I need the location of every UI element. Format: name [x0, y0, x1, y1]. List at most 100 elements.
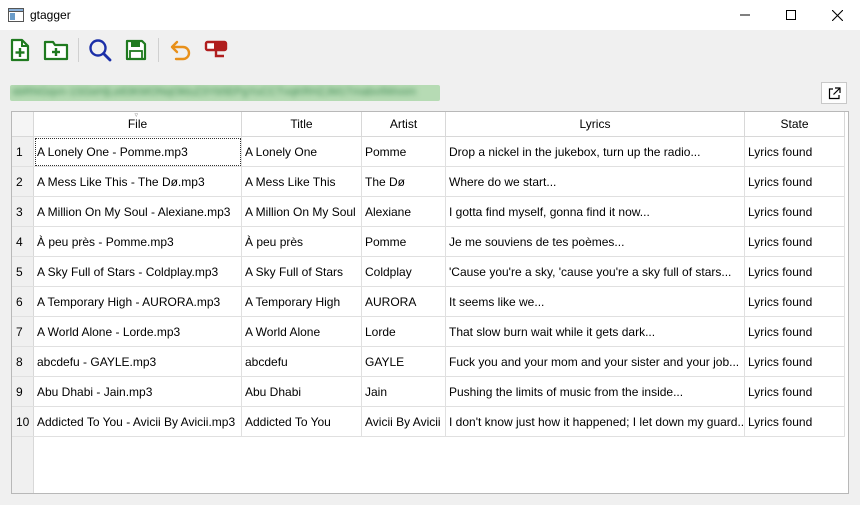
table-cell-state[interactable]: Lyrics found — [745, 287, 845, 317]
table-cell-lyrics[interactable]: That slow burn wait while it gets dark..… — [446, 317, 745, 347]
table-cell-title[interactable]: A World Alone — [242, 317, 362, 347]
table-cell-artist[interactable]: Alexiane — [362, 197, 446, 227]
table-corner[interactable] — [12, 112, 34, 137]
table-cell-title[interactable]: abcdefu — [242, 347, 362, 377]
maximize-button[interactable] — [768, 0, 814, 30]
table-cell-artist[interactable]: Jain — [362, 377, 446, 407]
table-cell-state[interactable]: Lyrics found — [745, 227, 845, 257]
column-header-label: State — [780, 117, 809, 131]
close-icon — [831, 9, 843, 21]
maximize-icon — [786, 10, 796, 20]
table-cell-state[interactable]: Lyrics found — [745, 407, 845, 437]
table-cell-artist[interactable]: Pomme — [362, 227, 446, 257]
table-cell-artist[interactable]: Pomme — [362, 137, 446, 167]
table-cell-file[interactable]: A Temporary High - AURORA.mp3 — [34, 287, 242, 317]
row-header[interactable]: 9 — [12, 377, 34, 407]
table-cell-artist[interactable]: Coldplay — [362, 257, 446, 287]
column-header-label: Title — [290, 117, 313, 131]
table-cell-state[interactable]: Lyrics found — [745, 377, 845, 407]
table-cell-title[interactable]: A Mess Like This — [242, 167, 362, 197]
search-icon — [89, 39, 112, 62]
table-cell-lyrics[interactable]: Where do we start... — [446, 167, 745, 197]
undo-button[interactable] — [166, 36, 194, 64]
open-folder-button[interactable] — [821, 82, 847, 104]
column-header-lyrics[interactable]: Lyrics — [446, 112, 745, 137]
close-button[interactable] — [814, 0, 860, 30]
table-cell-state[interactable]: Lyrics found — [745, 137, 845, 167]
window-title: gtagger — [30, 8, 71, 22]
title-bar: gtagger — [0, 0, 860, 30]
table-cell-file[interactable]: Abu Dhabi - Jain.mp3 — [34, 377, 242, 407]
remove-tags-button[interactable] — [202, 36, 230, 64]
column-header-artist[interactable]: Artist — [362, 112, 446, 137]
row-header[interactable]: 4 — [12, 227, 34, 257]
table-cell-state[interactable]: Lyrics found — [745, 347, 845, 377]
undo-icon — [170, 40, 191, 61]
table-cell-title[interactable]: À peu près — [242, 227, 362, 257]
row-header[interactable]: 5 — [12, 257, 34, 287]
toolbar-separator — [158, 38, 159, 62]
minimize-button[interactable] — [722, 0, 768, 30]
table-cell-lyrics[interactable]: Drop a nickel in the jukebox, turn up th… — [446, 137, 745, 167]
table-cell-file[interactable]: A Mess Like This - The Dø.mp3 — [34, 167, 242, 197]
add-folder-icon — [43, 40, 69, 61]
save-icon — [125, 39, 147, 61]
table-cell-artist[interactable]: GAYLE — [362, 347, 446, 377]
sort-indicator-icon: ▿ — [134, 112, 139, 119]
table-cell-file[interactable]: A World Alone - Lorde.mp3 — [34, 317, 242, 347]
table-cell-file[interactable]: abcdefu - GAYLE.mp3 — [34, 347, 242, 377]
row-header[interactable]: 6 — [12, 287, 34, 317]
table-cell-lyrics[interactable]: 'Cause you're a sky, 'cause you're a sky… — [446, 257, 745, 287]
app-icon — [8, 8, 24, 22]
row-header[interactable]: 8 — [12, 347, 34, 377]
table-cell-file[interactable]: A Lonely One - Pomme.mp3 — [34, 137, 242, 167]
column-header-label: File — [127, 117, 148, 131]
table-cell-lyrics[interactable]: I don't know just how it happened; I let… — [446, 407, 745, 437]
table-cell-artist[interactable]: Avicii By Avicii — [362, 407, 446, 437]
row-header[interactable]: 3 — [12, 197, 34, 227]
table-cell-state[interactable]: Lyrics found — [745, 257, 845, 287]
row-header[interactable]: 1 — [12, 137, 34, 167]
table-cell-title[interactable]: A Sky Full of Stars — [242, 257, 362, 287]
table-cell-lyrics[interactable]: Je me souviens de tes poèmes... — [446, 227, 745, 257]
row-header[interactable]: 7 — [12, 317, 34, 347]
table-cell-artist[interactable]: AURORA — [362, 287, 446, 317]
add-file-icon — [10, 38, 30, 62]
table-cell-artist[interactable]: Lorde — [362, 317, 446, 347]
table-cell-file[interactable]: Addicted To You - Avicii By Avicii.mp3 — [34, 407, 242, 437]
column-header-file[interactable]: ▿ File — [34, 112, 242, 137]
table-cell-lyrics[interactable]: Pushing the limits of music from the ins… — [446, 377, 745, 407]
table-cell-lyrics[interactable]: Fuck you and your mom and your sister an… — [446, 347, 745, 377]
table-cell-title[interactable]: A Temporary High — [242, 287, 362, 317]
column-header-label: Lyrics — [579, 117, 611, 131]
table-cell-file[interactable]: A Million On My Soul - Alexiane.mp3 — [34, 197, 242, 227]
table-cell-title[interactable]: Abu Dhabi — [242, 377, 362, 407]
search-lyrics-button[interactable] — [86, 36, 114, 64]
table-cell-title[interactable]: A Million On My Soul — [242, 197, 362, 227]
row-header[interactable]: 10 — [12, 407, 34, 437]
row-header[interactable]: 2 — [12, 167, 34, 197]
table-cell-title[interactable]: A Lonely One — [242, 137, 362, 167]
add-folder-button[interactable] — [42, 36, 70, 64]
toolbar — [0, 30, 860, 70]
table-cell-title[interactable]: Addicted To You — [242, 407, 362, 437]
table-cell-lyrics[interactable]: I gotta find myself, gonna find it now..… — [446, 197, 745, 227]
add-file-button[interactable] — [6, 36, 34, 64]
folder-path-field[interactable]: sbRNGqvn-1SGeHjLe83KMONqOktuZ3Yb5EPgYuCC… — [10, 85, 440, 101]
table-cell-artist[interactable]: The Dø — [362, 167, 446, 197]
toolbar-separator — [78, 38, 79, 62]
folder-path-text: sbRNGqvn-1SGeHjLe83KMONqOktuZ3Yb5EPgYuCC… — [12, 86, 417, 98]
table-cell-file[interactable]: A Sky Full of Stars - Coldplay.mp3 — [34, 257, 242, 287]
eraser-icon — [204, 40, 228, 58]
column-header-state[interactable]: State — [745, 112, 845, 137]
table-cell-state[interactable]: Lyrics found — [745, 197, 845, 227]
column-header-label: Artist — [389, 117, 418, 131]
songs-table: ▿ File Title Artist Lyrics State 1A Lone… — [11, 111, 849, 494]
save-button[interactable] — [122, 36, 150, 64]
table-cell-file[interactable]: À peu près - Pomme.mp3 — [34, 227, 242, 257]
minimize-icon — [740, 14, 750, 16]
table-cell-lyrics[interactable]: It seems like we... — [446, 287, 745, 317]
table-cell-state[interactable]: Lyrics found — [745, 317, 845, 347]
column-header-title[interactable]: Title — [242, 112, 362, 137]
table-cell-state[interactable]: Lyrics found — [745, 167, 845, 197]
